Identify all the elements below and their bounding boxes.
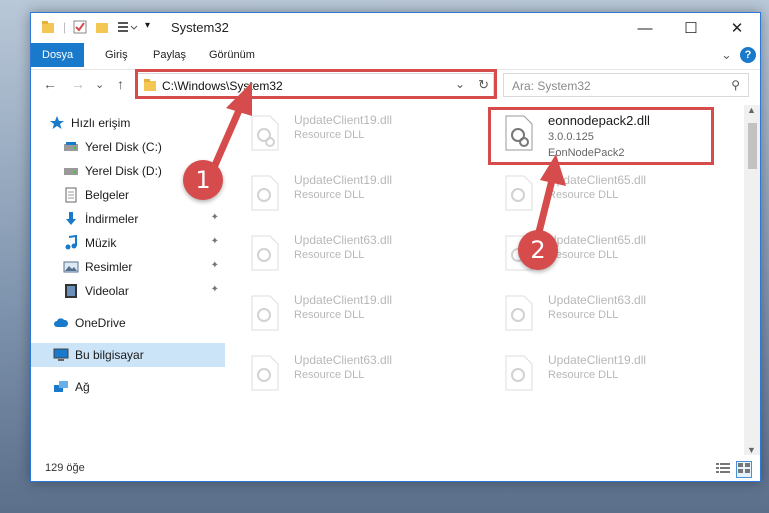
annotation-arrows — [208, 82, 566, 237]
arrow-to-dll-file — [534, 154, 566, 237]
step-1-badge: 1 — [183, 160, 223, 200]
step-2-badge: 2 — [518, 230, 558, 270]
arrow-to-address-bar — [208, 82, 252, 174]
